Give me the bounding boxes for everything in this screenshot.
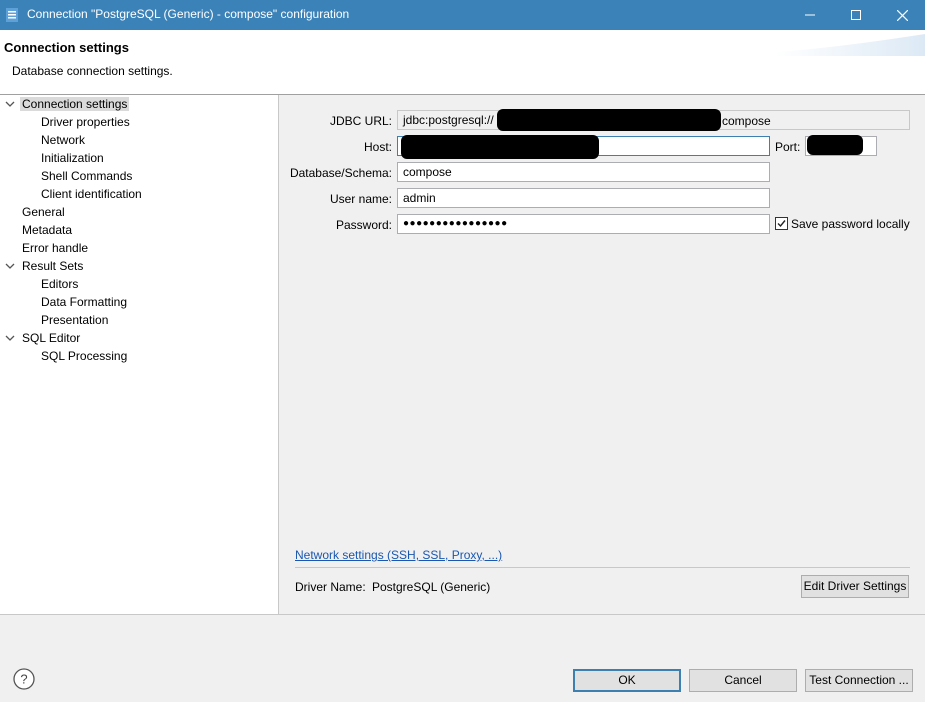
ok-button[interactable]: OK: [573, 669, 681, 692]
driver-name-value: PostgreSQL (Generic): [372, 580, 491, 594]
tree-item-label: Shell Commands: [41, 169, 133, 183]
tree-item-general[interactable]: General: [22, 204, 65, 220]
title-bar: Connection "PostgreSQL (Generic) - compo…: [0, 0, 925, 30]
tree-item-label: General: [22, 205, 65, 219]
tree-item-label: Client identification: [41, 187, 142, 201]
settings-tree: Connection settings Driver properties Ne…: [0, 95, 279, 615]
database-input[interactable]: compose: [397, 162, 770, 182]
maximize-button[interactable]: [833, 0, 879, 30]
chevron-down-icon[interactable]: [5, 99, 15, 109]
tree-item-sql-processing[interactable]: SQL Processing: [41, 348, 127, 364]
maximize-icon: [851, 10, 861, 20]
tree-item-network[interactable]: Network: [41, 132, 85, 148]
tree-item-error-handle[interactable]: Error handle: [22, 240, 88, 256]
close-button[interactable]: [879, 0, 925, 30]
tree-item-driver-properties[interactable]: Driver properties: [41, 114, 130, 130]
tree-item-editors[interactable]: Editors: [41, 276, 78, 292]
edit-driver-settings-button[interactable]: Edit Driver Settings: [801, 575, 909, 598]
tree-item-data-formatting[interactable]: Data Formatting: [41, 294, 127, 310]
redaction-mark: [807, 135, 863, 155]
tree-item-label: Data Formatting: [41, 295, 128, 309]
minimize-icon: [805, 14, 815, 16]
jdbc-url-label: JDBC URL:: [329, 114, 392, 128]
redaction-mark: [497, 109, 721, 131]
username-label: User name:: [329, 192, 392, 206]
tree-item-metadata[interactable]: Metadata: [22, 222, 72, 238]
tree-item-label: Connection settings: [20, 97, 130, 111]
close-icon: [896, 9, 908, 21]
connection-settings-panel: JDBC URL: jdbc:postgresql:// compose Hos…: [279, 95, 925, 615]
separator: [295, 567, 910, 568]
host-label: Host:: [363, 140, 392, 154]
jdbc-url-prefix: jdbc:postgresql://: [403, 113, 494, 127]
test-connection-button[interactable]: Test Connection ...: [805, 669, 913, 692]
window-title: Connection "PostgreSQL (Generic) - compo…: [27, 7, 350, 21]
password-input[interactable]: ●●●●●●●●●●●●●●●●: [397, 214, 770, 234]
tree-item-label: Metadata: [22, 223, 73, 237]
tree-item-client-identification[interactable]: Client identification: [41, 186, 142, 202]
tree-item-label: Result Sets: [22, 259, 84, 273]
save-password-label[interactable]: Save password locally: [791, 217, 910, 231]
app-icon: [6, 8, 18, 22]
save-password-checkbox[interactable]: [775, 217, 788, 230]
chevron-down-icon[interactable]: [5, 333, 15, 343]
tree-item-label: SQL Processing: [41, 349, 128, 363]
minimize-button[interactable]: [787, 0, 833, 30]
jdbc-url-suffix: compose: [722, 114, 771, 128]
chevron-down-icon[interactable]: [5, 261, 15, 271]
checkmark-icon: [777, 220, 786, 228]
help-button[interactable]: ?: [13, 668, 35, 690]
tree-item-shell-commands[interactable]: Shell Commands: [41, 168, 132, 184]
tree-item-presentation[interactable]: Presentation: [41, 312, 108, 328]
page-header: Connection settings Database connection …: [0, 30, 925, 95]
network-settings-link[interactable]: Network settings (SSH, SSL, Proxy, ...): [295, 548, 502, 562]
tree-item-connection-settings[interactable]: Connection settings: [20, 96, 130, 112]
driver-name-label: Driver Name:: [295, 580, 366, 594]
tree-item-label: Network: [41, 133, 86, 147]
tree-item-label: Presentation: [41, 313, 109, 327]
tree-item-sql-editor[interactable]: SQL Editor: [22, 330, 80, 346]
tree-item-label: SQL Editor: [22, 331, 81, 345]
help-glyph: ?: [20, 672, 27, 687]
tree-item-initialization[interactable]: Initialization: [41, 150, 104, 166]
database-label: Database/Schema:: [289, 166, 392, 180]
cancel-button[interactable]: Cancel: [689, 669, 797, 692]
tree-item-label: Editors: [41, 277, 79, 291]
port-label: Port:: [775, 140, 801, 154]
username-input[interactable]: admin: [397, 188, 770, 208]
password-label: Password:: [335, 218, 392, 232]
tree-item-label: Error handle: [22, 241, 89, 255]
page-title: Connection settings: [4, 40, 129, 55]
tree-item-result-sets[interactable]: Result Sets: [22, 258, 83, 274]
tree-item-label: Driver properties: [41, 115, 130, 129]
page-description: Database connection settings.: [12, 64, 173, 78]
header-banner-graphic: [775, 34, 925, 56]
redaction-mark: [401, 135, 599, 159]
help-icon: ?: [13, 668, 35, 690]
tree-item-label: Initialization: [41, 151, 104, 165]
